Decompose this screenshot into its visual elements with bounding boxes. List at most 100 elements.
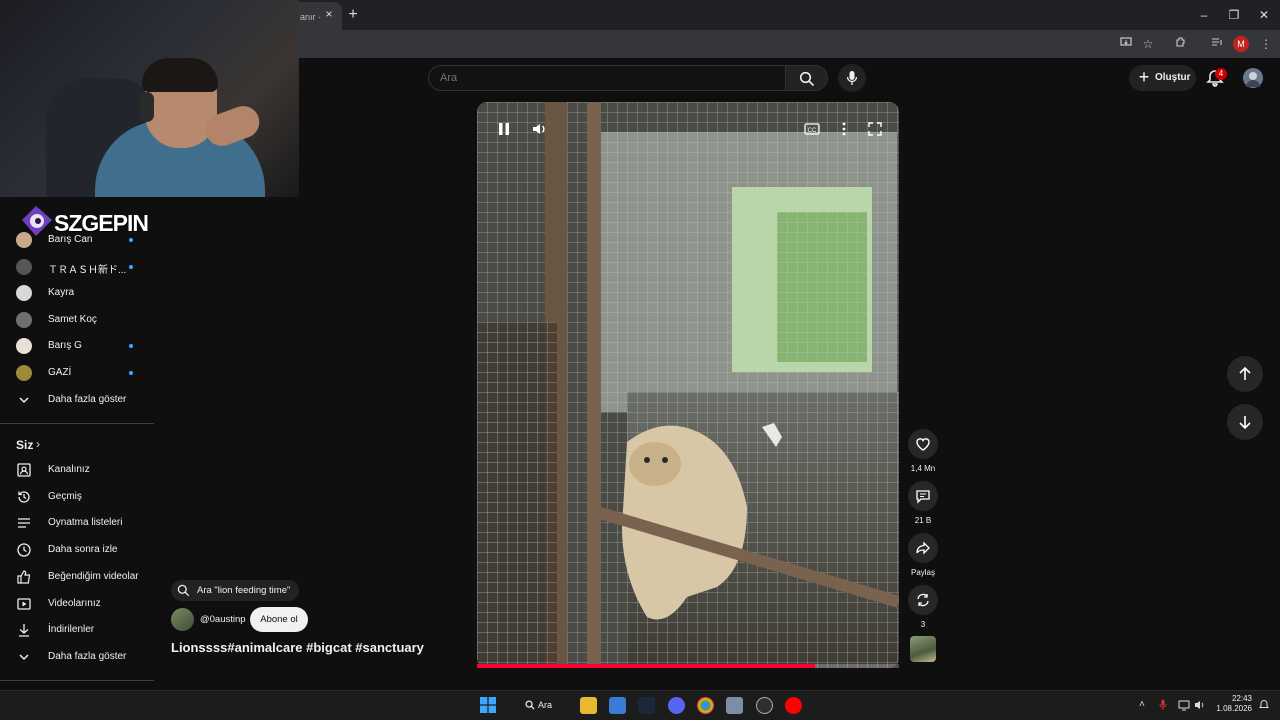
sidebar-item-label: Kanalınız	[48, 464, 90, 475]
extensions-icon[interactable]	[1171, 34, 1191, 54]
video-frame	[477, 102, 899, 668]
app-icon[interactable]	[756, 697, 773, 714]
search-icon	[799, 71, 815, 87]
show-more-subscriptions-button[interactable]: Daha fazla göster	[0, 387, 154, 413]
chevron-right-icon: ›	[36, 437, 40, 451]
comment-count: 21 B	[914, 516, 932, 525]
file-explorer-icon[interactable]	[580, 697, 597, 714]
chevron-up-icon[interactable]: ˄	[1136, 699, 1148, 711]
subscribe-button[interactable]: Abone ol	[250, 607, 308, 632]
share-button[interactable]	[908, 533, 938, 563]
speaker-icon[interactable]	[1194, 699, 1206, 711]
sidebar-item-label: GAZİ	[48, 367, 72, 378]
sound-thumbnail[interactable]	[910, 636, 936, 662]
sidebar-item-liked-videos[interactable]: Beğendiğim videolar	[0, 564, 154, 590]
new-content-dot	[129, 344, 133, 348]
tab-close-icon[interactable]: ×	[322, 7, 336, 21]
sidebar-item-label: Barış Can	[48, 234, 93, 245]
sidebar-item-subscription[interactable]: Samet Koç	[0, 307, 154, 333]
fullscreen-button[interactable]	[865, 119, 885, 139]
more-options-button[interactable]	[834, 119, 854, 139]
sidebar-item-label: ＴＲＡＳＨ新ド...	[48, 265, 127, 276]
previous-short-button[interactable]	[1227, 356, 1263, 392]
sidebar-item-your-videos[interactable]: Videolarınız	[0, 591, 154, 617]
sidebar-item-label: Geçmiş	[48, 491, 82, 502]
search-button[interactable]	[786, 65, 828, 91]
captions-button[interactable]: CC	[802, 119, 822, 139]
webcam-overlay	[0, 0, 299, 197]
discord-icon[interactable]	[668, 697, 685, 714]
voice-search-button[interactable]	[838, 64, 866, 92]
sidebar-item-subscription[interactable]: Barış G	[0, 333, 154, 359]
share-icon	[916, 541, 930, 555]
comment-icon	[916, 490, 930, 504]
sidebar-item-playlists[interactable]: Oynatma listeleri	[0, 510, 154, 536]
sidebar-item-label: Videolarınız	[48, 598, 101, 609]
network-icon[interactable]	[1178, 699, 1190, 711]
chevron-down-icon	[19, 397, 29, 404]
sidebar-item-subscription[interactable]: Kayra	[0, 280, 154, 306]
share-label: Paylaş	[910, 568, 935, 577]
sidebar-item-subscription[interactable]: ＴＲＡＳＨ新ド...	[0, 254, 154, 280]
notification-badge: 4	[1215, 68, 1227, 80]
pause-icon	[499, 123, 509, 135]
system-clock[interactable]: 22:43 1.08.2026	[1206, 694, 1252, 714]
install-app-icon[interactable]	[1116, 34, 1136, 54]
sidebar-item-your-channel[interactable]: Kanalınız	[0, 457, 154, 483]
browser-menu-icon[interactable]: ⋮	[1256, 34, 1276, 54]
steam-icon[interactable]	[638, 697, 655, 714]
profile-avatar[interactable]: M	[1233, 36, 1249, 52]
sidebar-item-label: İndirilenler	[48, 624, 95, 635]
sidebar-item-subscription[interactable]: GAZİ	[0, 360, 154, 386]
start-button[interactable]	[480, 697, 496, 713]
sidebar-item-history[interactable]: Geçmiş	[0, 484, 154, 510]
tab-title: anır ·	[300, 12, 322, 22]
new-tab-button[interactable]: +	[344, 6, 362, 24]
svg-text:CC: CC	[808, 128, 817, 134]
like-count: 1,4 Mn	[910, 464, 936, 473]
minimize-button[interactable]: –	[1192, 6, 1216, 24]
close-window-button[interactable]: ✕	[1252, 6, 1276, 24]
like-button[interactable]	[908, 429, 938, 459]
you-section-title[interactable]: Siz	[16, 438, 33, 452]
search-input[interactable]	[429, 66, 785, 90]
remix-icon	[917, 593, 929, 607]
comments-button[interactable]	[908, 481, 938, 511]
media-controls-icon[interactable]	[1207, 34, 1227, 54]
sidebar-item-watch-later[interactable]: Daha sonra izle	[0, 537, 154, 563]
arrow-up-icon	[1239, 366, 1251, 380]
microphone-icon[interactable]	[1157, 699, 1169, 711]
volume-icon	[533, 124, 545, 134]
sidebar-item-subscription[interactable]: Barış Can	[0, 227, 154, 253]
maximize-button[interactable]: ❐	[1222, 6, 1246, 24]
bookmark-star-icon[interactable]: ☆	[1138, 34, 1158, 54]
sidebar-item-downloads[interactable]: İndirilenler	[0, 617, 154, 643]
related-search-chip[interactable]: Ara "lion feeding time"	[171, 580, 299, 601]
show-more-you-button[interactable]: Daha fazla göster	[0, 644, 154, 670]
plus-icon: +	[1138, 67, 1150, 87]
pause-button[interactable]	[494, 119, 514, 139]
channel-avatar	[16, 365, 32, 381]
short-title[interactable]: Lionssss#animalcare #bigcat #sanctuary	[171, 640, 424, 655]
channel-avatar[interactable]	[171, 608, 194, 631]
chrome-icon[interactable]	[697, 697, 714, 714]
account-avatar[interactable]	[1243, 68, 1263, 88]
microphone-icon	[846, 71, 858, 85]
channel-name[interactable]: @0austinp	[200, 614, 246, 625]
remix-button[interactable]	[908, 585, 938, 615]
new-content-dot	[129, 265, 133, 269]
app-icon[interactable]	[726, 697, 743, 714]
short-video-player[interactable]	[477, 102, 899, 668]
microsoft-store-icon[interactable]	[609, 697, 626, 714]
youtube-app-icon[interactable]	[785, 697, 802, 714]
windows-logo-icon	[480, 697, 496, 713]
notification-center-icon[interactable]	[1258, 699, 1270, 711]
chevron-down-icon	[19, 654, 29, 661]
sidebar-divider	[0, 680, 154, 681]
volume-button[interactable]	[530, 119, 550, 139]
new-content-dot	[129, 371, 133, 375]
sidebar-item-label: Beğendiğim videolar	[48, 571, 139, 582]
channel-avatar	[16, 338, 32, 354]
next-short-button[interactable]	[1227, 404, 1263, 440]
channel-icon	[17, 463, 31, 477]
